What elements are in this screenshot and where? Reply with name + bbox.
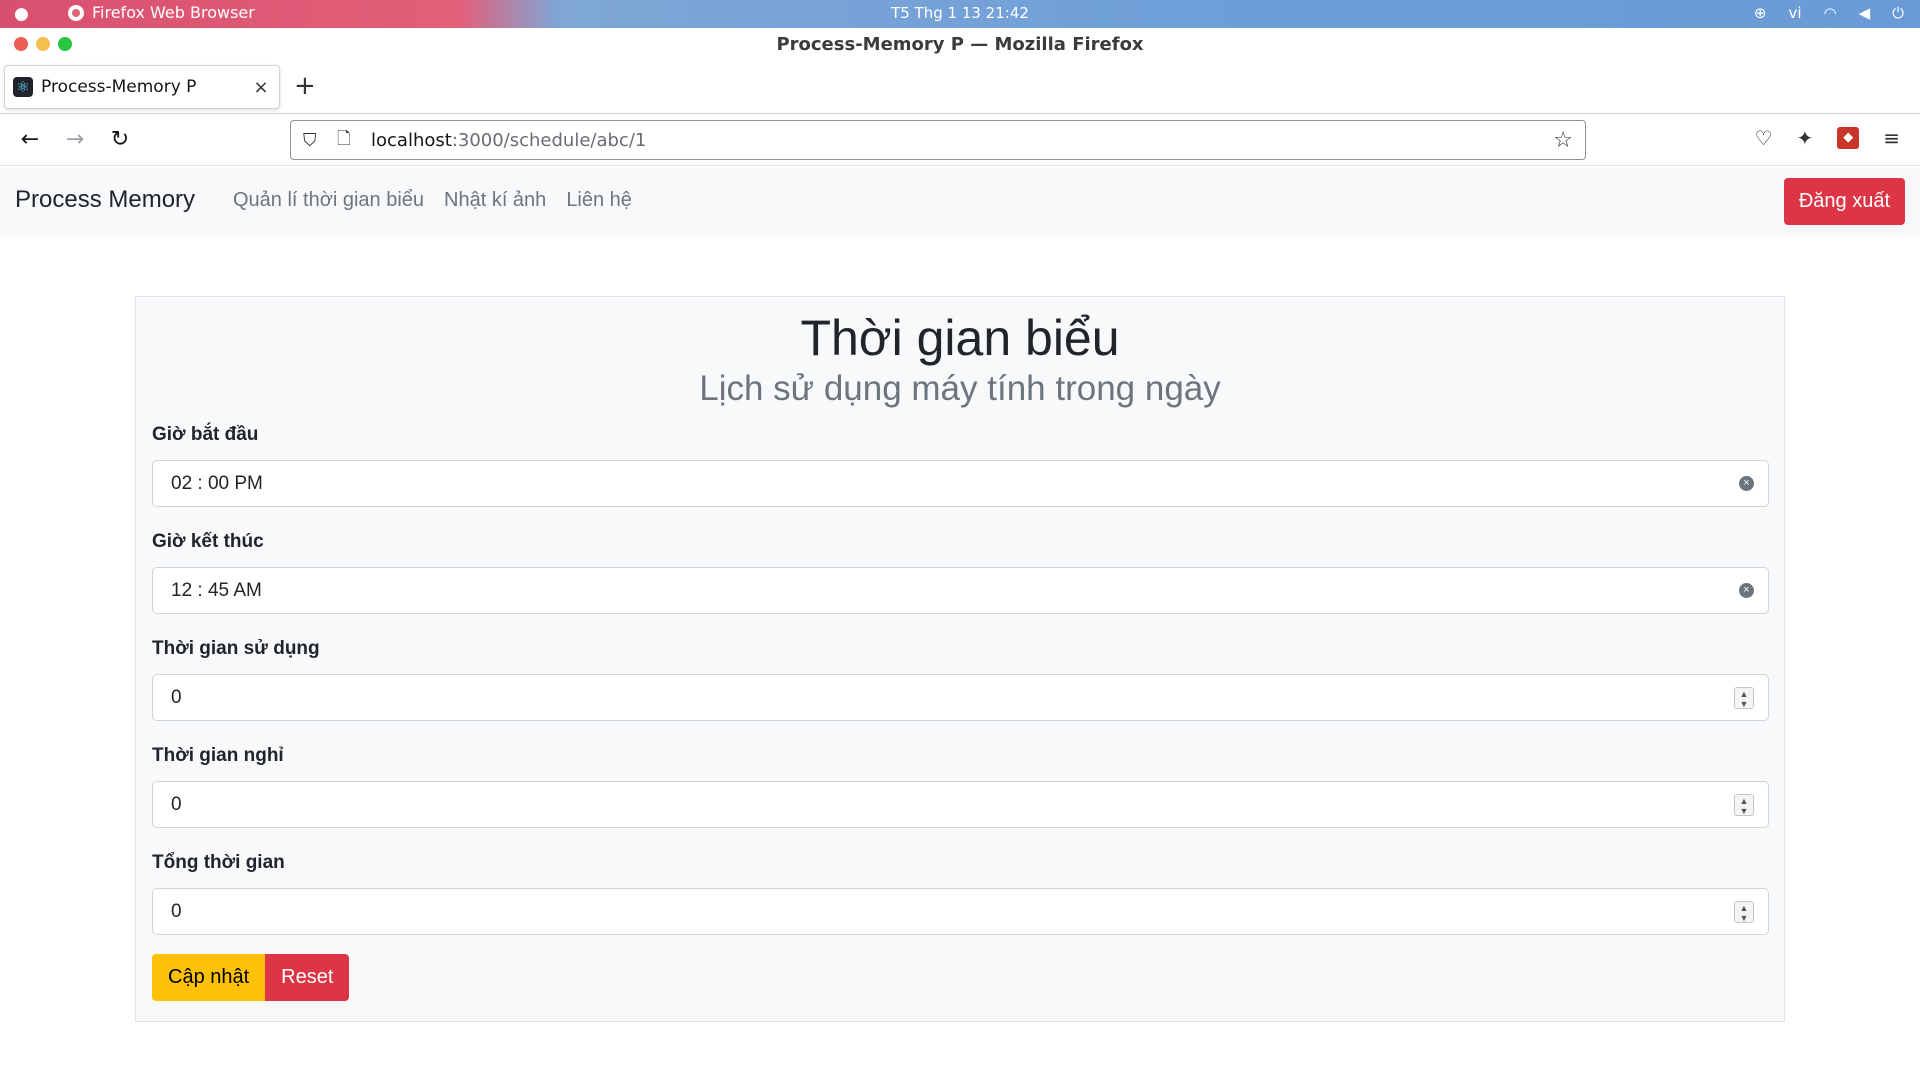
update-button[interactable]: Cập nhật	[152, 954, 266, 1001]
brand-link[interactable]: Process Memory	[15, 186, 195, 214]
break-time-value: 0	[171, 794, 182, 815]
forward-icon[interactable]: →	[61, 126, 89, 154]
new-tab-button[interactable]: +	[294, 73, 316, 99]
start-time-value: 02 : 00 PM	[171, 473, 263, 494]
back-icon[interactable]: ←	[16, 126, 44, 154]
nav-link-photo-log[interactable]: Nhật kí ảnh	[444, 189, 546, 212]
os-top-bar: ● Firefox Web Browser T5 Thg 1 13 21:42 …	[0, 0, 1920, 28]
accessibility-icon[interactable]: ⊕	[1754, 4, 1767, 22]
extension-icon[interactable]: ✦	[1796, 126, 1813, 150]
app-navbar: Process Memory Quản lí thời gian biểu Nh…	[0, 167, 1920, 237]
total-time-value: 0	[171, 901, 182, 922]
nav-link-schedule[interactable]: Quản lí thời gian biểu	[233, 189, 424, 212]
page-subtitle: Lịch sử dụng máy tính trong ngày	[699, 369, 1221, 408]
clear-icon[interactable]: ×	[1739, 583, 1754, 598]
start-time-label: Giờ bắt đầu	[152, 424, 259, 445]
nav-links: Quản lí thời gian biểu Nhật kí ảnh Liên …	[233, 189, 632, 212]
schedule-card: Thời gian biểu Lịch sử dụng máy tính tro…	[135, 296, 1785, 1022]
form-actions: Cập nhật Reset	[152, 954, 350, 1001]
end-time-input[interactable]: 12 : 45 AM ×	[152, 567, 1769, 614]
wifi-icon[interactable]: ◠	[1823, 4, 1836, 22]
total-time-input[interactable]: 0 ▲ ▼	[152, 888, 1769, 935]
end-time-value: 12 : 45 AM	[171, 580, 262, 601]
navigation-toolbar: ← → ↻ ⛉ 🗋 localhost:3000/schedule/abc/1 …	[0, 114, 1920, 166]
number-spinner-icon[interactable]: ▲ ▼	[1734, 901, 1754, 923]
reload-icon[interactable]: ↻	[106, 126, 134, 154]
window-title: Process-Memory P — Mozilla Firefox	[776, 34, 1144, 55]
total-time-label: Tổng thời gian	[152, 852, 285, 873]
window-titlebar: Process-Memory P — Mozilla Firefox	[0, 28, 1920, 60]
browser-tab[interactable]: ⚛ Process-Memory P ×	[4, 65, 280, 109]
page-info-icon[interactable]: 🗋	[337, 126, 359, 155]
tab-strip: ⚛ Process-Memory P × +	[0, 60, 1920, 114]
volume-icon[interactable]: ◀	[1859, 4, 1871, 22]
url-bar[interactable]: ⛉ 🗋 localhost:3000/schedule/abc/1 ☆	[290, 120, 1586, 160]
close-tab-icon[interactable]: ×	[251, 77, 271, 98]
usage-time-label: Thời gian sử dụng	[152, 638, 320, 659]
reset-button[interactable]: Reset	[265, 954, 350, 1001]
tab-title: Process-Memory P	[41, 77, 197, 97]
logout-button[interactable]: Đăng xuất	[1783, 178, 1905, 225]
nav-link-contact[interactable]: Liên hệ	[566, 189, 632, 212]
power-icon[interactable]: ⏻	[1892, 4, 1904, 22]
break-time-label: Thời gian nghỉ	[152, 745, 284, 766]
react-icon: ⚛	[13, 77, 33, 97]
end-time-label: Giờ kết thúc	[152, 531, 264, 552]
toolbar-icons: ♡ ✦ ◆ ≡	[1755, 126, 1900, 150]
clock[interactable]: T5 Thg 1 13 21:42	[0, 4, 1920, 22]
break-time-input[interactable]: 0 ▲ ▼	[152, 781, 1769, 828]
clear-icon[interactable]: ×	[1739, 476, 1754, 491]
addon-icon[interactable]: ◆	[1837, 127, 1860, 149]
url-text[interactable]: localhost:3000/schedule/abc/1	[371, 130, 1553, 151]
system-tray: ⊕ vi ◠ ◀ ⏻	[1754, 4, 1904, 22]
usage-time-value: 0	[171, 687, 182, 708]
number-spinner-icon[interactable]: ▲ ▼	[1734, 687, 1754, 709]
tracking-shield-icon[interactable]: ⛉	[303, 130, 325, 151]
bookmark-star-icon[interactable]: ☆	[1553, 128, 1573, 153]
usage-time-input[interactable]: 0 ▲ ▼	[152, 674, 1769, 721]
menu-icon[interactable]: ≡	[1883, 126, 1900, 150]
start-time-input[interactable]: 02 : 00 PM ×	[152, 460, 1769, 507]
page-title: Thời gian biểu	[800, 310, 1120, 366]
language-indicator[interactable]: vi	[1788, 4, 1801, 22]
number-spinner-icon[interactable]: ▲ ▼	[1734, 794, 1754, 816]
pocket-icon[interactable]: ♡	[1755, 126, 1773, 150]
